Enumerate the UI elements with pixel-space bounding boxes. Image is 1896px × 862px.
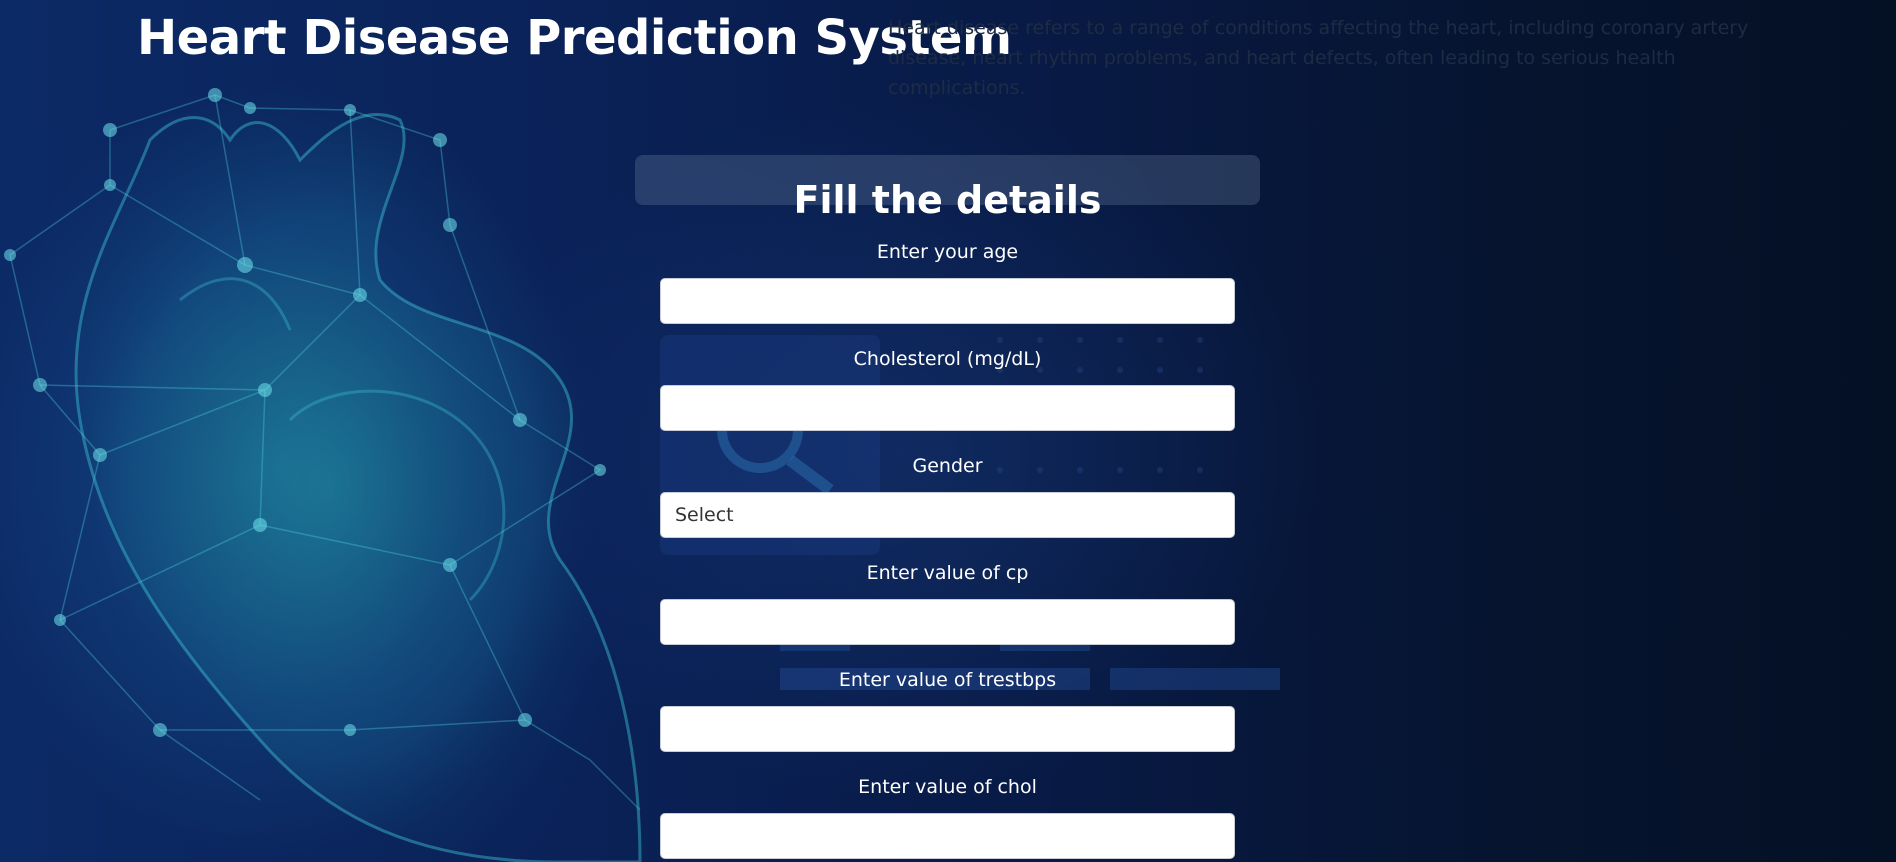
trestbps-input[interactable] [660,706,1235,752]
gender-select[interactable]: Select [660,492,1235,538]
page-description: Heart disease refers to a range of condi… [888,17,1749,99]
cholesterol-label: Cholesterol (mg/dL) [853,348,1042,370]
age-input[interactable] [660,278,1235,324]
chol-label: Enter value of chol [858,776,1037,798]
form-title: Fill the details [793,178,1102,222]
cp-label: Enter value of cp [866,562,1029,584]
cholesterol-input[interactable] [660,385,1235,431]
age-label: Enter your age [876,241,1019,263]
cp-input[interactable] [660,599,1235,645]
page-title: Heart Disease Prediction System [137,10,1012,66]
gender-label: Gender [912,455,983,477]
trestbps-label: Enter value of trestbps [838,669,1057,691]
chol-input[interactable] [660,813,1235,859]
gender-select-value: Select [675,504,734,526]
